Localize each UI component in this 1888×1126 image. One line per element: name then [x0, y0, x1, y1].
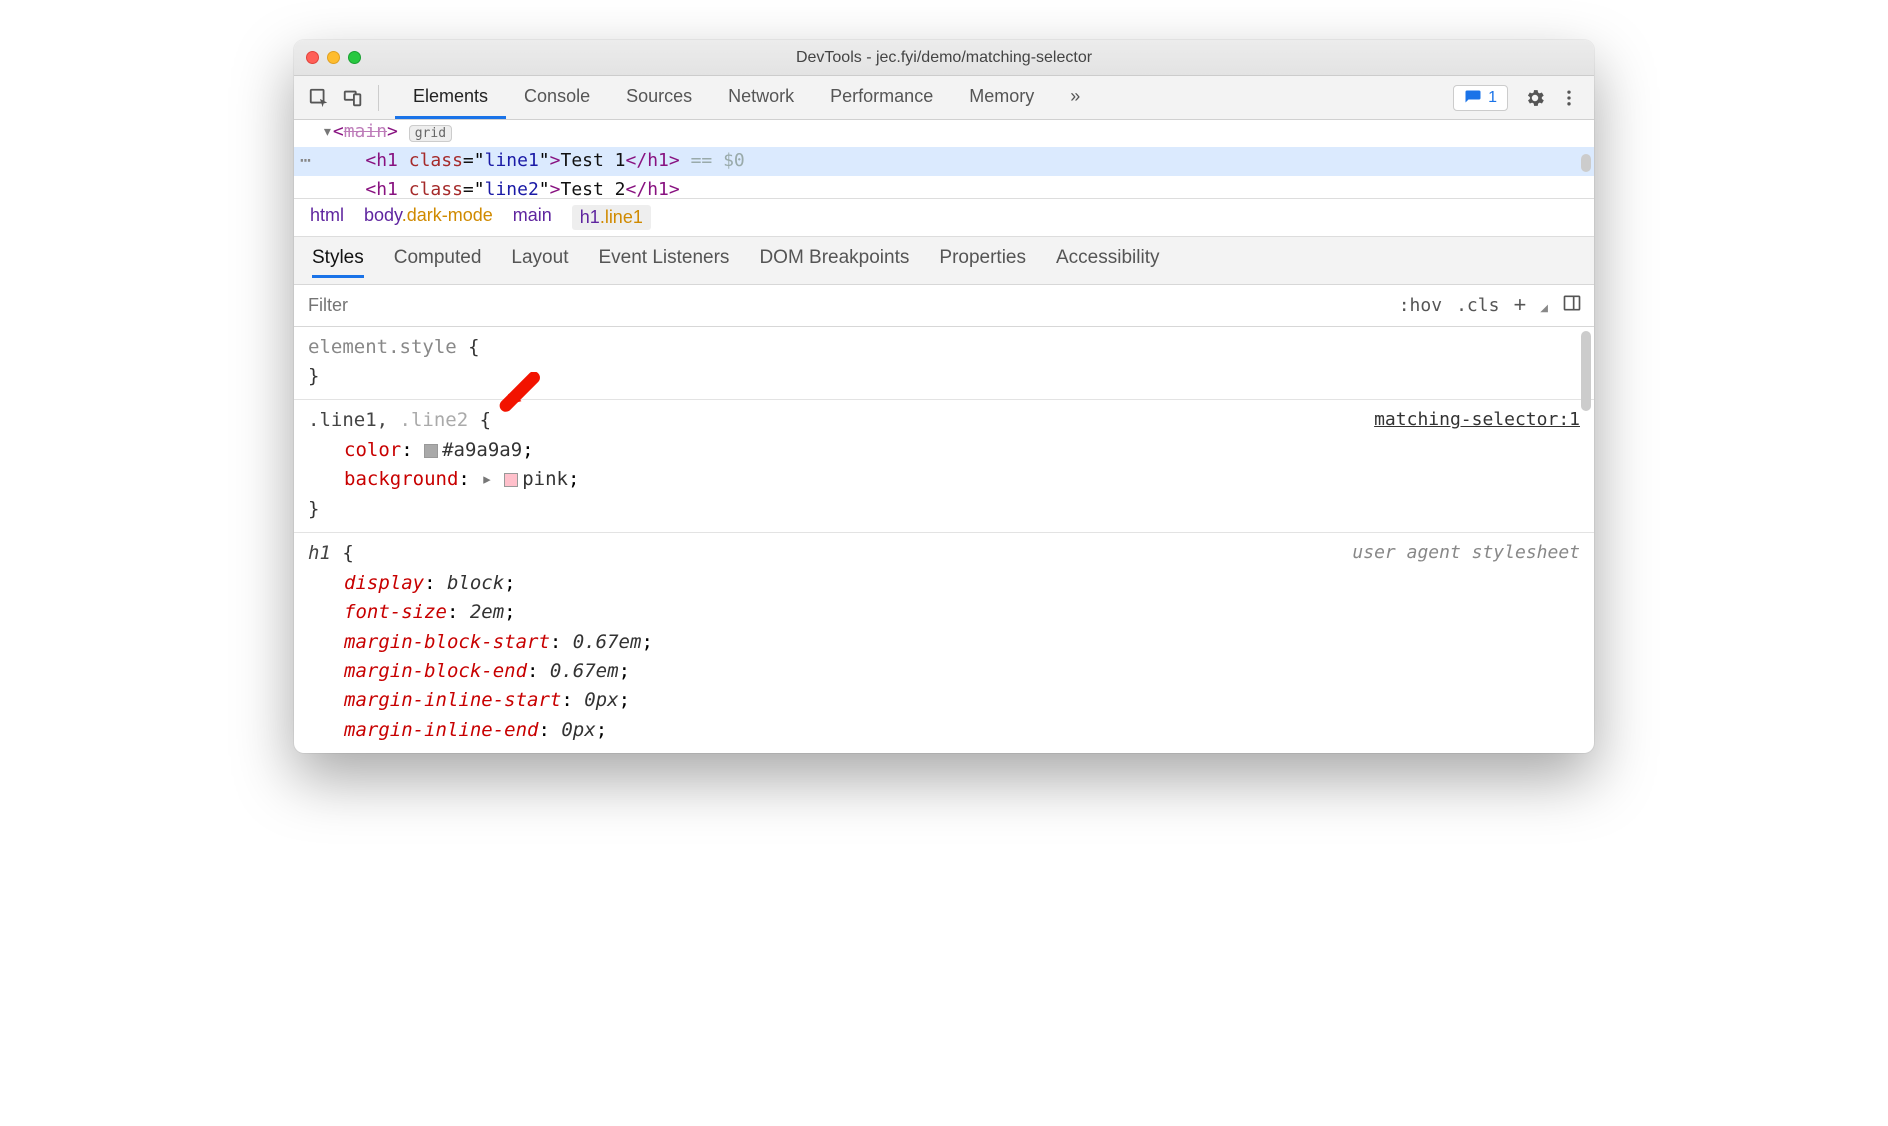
- subtab-event-listeners[interactable]: Event Listeners: [598, 247, 729, 278]
- color-swatch-icon[interactable]: [504, 473, 518, 487]
- color-swatch-icon[interactable]: [424, 444, 438, 458]
- declaration-margin-inline-end: margin-inline-end: 0px;: [344, 716, 1580, 745]
- dom-node-h1-line1[interactable]: ⋯ <h1 class="line1">Test 1</h1> == $0: [294, 147, 1594, 176]
- sidebar-toggle-icon[interactable]: [1562, 293, 1582, 318]
- new-style-rule-button[interactable]: +: [1513, 292, 1526, 318]
- titlebar: DevTools - jec.fyi/demo/matching-selecto…: [294, 40, 1594, 76]
- declaration-background[interactable]: background: ▸ pink;: [344, 465, 1580, 494]
- subtab-layout[interactable]: Layout: [511, 247, 568, 278]
- grid-badge[interactable]: grid: [409, 125, 452, 142]
- crumb-main[interactable]: main: [513, 205, 552, 230]
- issues-count: 1: [1488, 89, 1497, 107]
- panel-tabs: Elements Console Sources Network Perform…: [395, 76, 1098, 119]
- dom-node-main[interactable]: ▾<main> grid: [322, 120, 1594, 147]
- subtab-accessibility[interactable]: Accessibility: [1056, 247, 1159, 278]
- dom-node-h1-line2[interactable]: <h1 class="line2">Test 2</h1>: [322, 176, 1594, 198]
- resize-handle-icon[interactable]: ◢: [1540, 303, 1548, 314]
- issues-button[interactable]: 1: [1453, 85, 1508, 111]
- inspect-element-icon[interactable]: [304, 83, 334, 113]
- rule-ua-h1[interactable]: h1 { user agent stylesheet display: bloc…: [294, 533, 1594, 753]
- crumb-h1[interactable]: h1.line1: [572, 205, 651, 230]
- element-style-label: element.style: [308, 336, 457, 358]
- overflow-menu-icon[interactable]: ⋯: [300, 147, 311, 176]
- declaration-color[interactable]: color: #a9a9a9;: [344, 436, 1580, 465]
- cls-toggle[interactable]: .cls: [1456, 295, 1499, 316]
- styles-subtabs: Styles Computed Layout Event Listeners D…: [294, 237, 1594, 285]
- subtab-styles[interactable]: Styles: [312, 247, 364, 278]
- declaration-margin-inline-start: margin-inline-start: 0px;: [344, 686, 1580, 715]
- tab-elements[interactable]: Elements: [395, 76, 506, 119]
- dom-scrollbar-thumb[interactable]: [1581, 154, 1591, 172]
- window-title: DevTools - jec.fyi/demo/matching-selecto…: [294, 49, 1594, 67]
- declaration-margin-block-start: margin-block-start: 0.67em;: [344, 628, 1580, 657]
- styles-filter-input[interactable]: [294, 285, 1387, 326]
- crumb-body[interactable]: body.dark-mode: [364, 205, 493, 230]
- dom-tree[interactable]: ▾<main> grid ⋯ <h1 class="line1">Test 1<…: [294, 120, 1594, 198]
- settings-icon[interactable]: [1520, 83, 1550, 113]
- rule-element-style[interactable]: element.style { }: [294, 327, 1594, 401]
- ua-stylesheet-label: user agent stylesheet: [1352, 539, 1580, 568]
- styles-pane: element.style { } .line1, .line2 { match…: [294, 327, 1594, 754]
- crumb-html[interactable]: html: [310, 205, 344, 230]
- styles-filter-bar: :hov .cls + ◢: [294, 285, 1594, 327]
- device-toggle-icon[interactable]: [338, 83, 368, 113]
- selector-inactive[interactable]: .line2: [400, 409, 469, 431]
- breadcrumb[interactable]: html body.dark-mode main h1.line1: [294, 198, 1594, 237]
- tab-console[interactable]: Console: [506, 76, 608, 119]
- styles-scrollbar-thumb[interactable]: [1581, 331, 1591, 411]
- tab-overflow[interactable]: »: [1052, 76, 1098, 119]
- devtools-window: DevTools - jec.fyi/demo/matching-selecto…: [294, 40, 1594, 753]
- tab-network[interactable]: Network: [710, 76, 812, 119]
- rule-source-link[interactable]: matching-selector:1: [1374, 406, 1580, 435]
- declaration-margin-block-end: margin-block-end: 0.67em;: [344, 657, 1580, 686]
- hov-toggle[interactable]: :hov: [1399, 295, 1442, 316]
- rule-line1-line2[interactable]: .line1, .line2 { matching-selector:1 col…: [294, 400, 1594, 533]
- tab-performance[interactable]: Performance: [812, 76, 951, 119]
- main-toolbar: Elements Console Sources Network Perform…: [294, 76, 1594, 120]
- declaration-font-size: font-size: 2em;: [344, 598, 1580, 627]
- declaration-display: display: block;: [344, 569, 1580, 598]
- subtab-properties[interactable]: Properties: [939, 247, 1026, 278]
- tab-sources[interactable]: Sources: [608, 76, 710, 119]
- divider: [378, 85, 379, 111]
- kebab-menu-icon[interactable]: [1554, 83, 1584, 113]
- selector-active[interactable]: .line1: [308, 409, 377, 431]
- selector-h1: h1: [308, 542, 331, 564]
- tab-memory[interactable]: Memory: [951, 76, 1052, 119]
- expand-shorthand-icon[interactable]: ▸: [481, 468, 492, 490]
- subtab-computed[interactable]: Computed: [394, 247, 482, 278]
- subtab-dom-breakpoints[interactable]: DOM Breakpoints: [759, 247, 909, 278]
